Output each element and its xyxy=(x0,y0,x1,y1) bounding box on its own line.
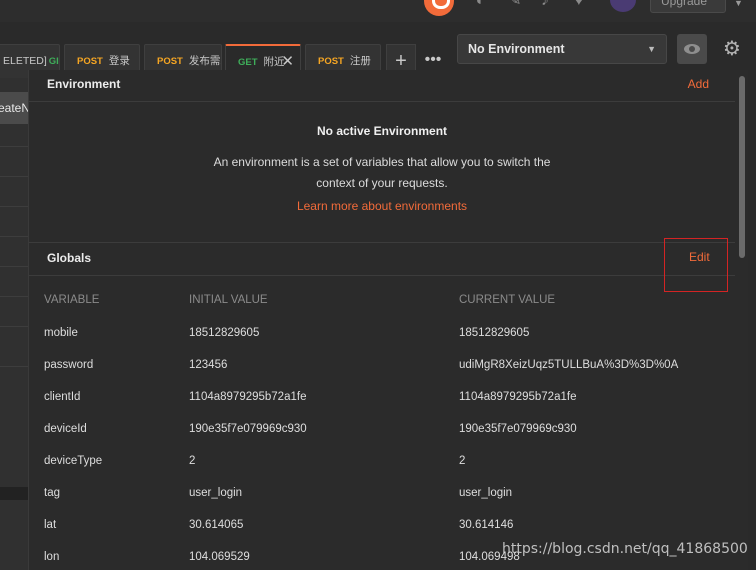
current-value-cell: 190e35f7e079969c930 xyxy=(459,423,577,435)
scrollbar[interactable] xyxy=(735,70,747,570)
app-window: ◖ ✎ ♪ ♥ Upgrade ▼ ELETED] GI POST 登录 POST 发… xyxy=(0,0,756,570)
environment-title: Environment xyxy=(47,77,121,91)
globals-title: Globals xyxy=(47,251,92,265)
variable-cell: lon xyxy=(44,551,60,563)
variable-cell: deviceId xyxy=(44,423,87,435)
satellite-icon[interactable]: ◖ xyxy=(474,0,492,9)
top-header: ◖ ✎ ♪ ♥ Upgrade ▼ xyxy=(0,0,756,22)
bell-icon[interactable]: ♪ xyxy=(541,0,559,9)
method-badge: GET xyxy=(238,57,258,68)
variable-cell: lat xyxy=(44,519,57,531)
watermark: https://blog.csdn.net/qq_41868500 xyxy=(502,541,748,557)
variable-cell: tag xyxy=(44,487,60,499)
initial-value-cell: user_login xyxy=(189,487,243,499)
empty-state-title: No active Environment xyxy=(316,124,448,138)
initial-value-cell: 18512829605 xyxy=(189,327,260,339)
column-header-initial-value: INITIAL VALUE xyxy=(189,294,268,306)
environment-section-header: Environment Add xyxy=(29,70,739,102)
variable-cell: mobile xyxy=(44,327,78,339)
variable-cell: clientId xyxy=(44,391,81,403)
environment-select-value: No Environment xyxy=(468,42,565,56)
environment-select[interactable]: No Environment ▼ xyxy=(457,34,667,64)
globals-section-header: Globals xyxy=(29,242,739,276)
edit-globals-link[interactable]: Edit xyxy=(689,250,710,264)
tab-label: 注册 xyxy=(349,55,371,67)
tab-label-suffix: GI xyxy=(48,56,59,67)
method-badge: POST xyxy=(157,56,183,67)
request-builder-pane: reateNa xyxy=(0,78,28,570)
initial-value-cell: 190e35f7e079969c930 xyxy=(189,423,307,435)
column-header-variable: VARIABLE xyxy=(44,294,100,306)
initial-value-cell: 123456 xyxy=(189,359,228,371)
gear-icon[interactable]: ⚙ xyxy=(718,34,746,64)
variable-cell: password xyxy=(44,359,94,371)
current-value-cell: 18512829605 xyxy=(459,327,530,339)
current-value-cell: user_login xyxy=(459,487,513,499)
variable-cell: deviceType xyxy=(44,455,103,467)
environment-quick-look-button[interactable] xyxy=(677,34,707,64)
scrollbar-thumb[interactable] xyxy=(739,76,745,258)
initial-value-cell: 2 xyxy=(189,455,196,467)
method-badge: POST xyxy=(318,56,344,67)
initial-value-cell: 104.069529 xyxy=(189,551,250,563)
tab-label: 登录 xyxy=(108,55,130,67)
upgrade-button[interactable]: Upgrade xyxy=(650,0,726,13)
heart-icon[interactable]: ♥ xyxy=(574,0,592,9)
current-value-cell: 2 xyxy=(459,455,466,467)
add-environment-link[interactable]: Add xyxy=(688,77,709,91)
tab-label: 发布需求 xyxy=(188,55,221,67)
chevron-down-icon: ▼ xyxy=(647,44,656,54)
learn-more-link[interactable]: Learn more about environments xyxy=(29,199,735,213)
sync-icon[interactable] xyxy=(424,0,454,16)
method-badge: POST xyxy=(77,56,103,67)
avatar[interactable] xyxy=(610,0,636,12)
initial-value-cell: 30.614065 xyxy=(189,519,244,531)
tab-label: ELETED] xyxy=(3,55,47,67)
current-value-cell: 1104a8979295b72a1fe xyxy=(459,391,577,403)
wrench-icon[interactable]: ✎ xyxy=(508,0,526,9)
current-value-cell: 30.614146 xyxy=(459,519,514,531)
current-value-cell: udiMgR8XeizUqz5TULLBuA%3D%3D%0A xyxy=(459,359,679,371)
chevron-down-icon[interactable]: ▼ xyxy=(734,0,743,8)
empty-state-description: An environment is a set of variables tha… xyxy=(213,155,551,190)
column-header-current-value: CURRENT VALUE xyxy=(459,294,556,306)
highlight-box xyxy=(664,238,728,292)
request-name-stub: reateNa xyxy=(0,92,28,124)
initial-value-cell: 1104a8979295b72a1fe xyxy=(189,391,307,403)
environment-quick-look-panel: Environment Add No active Environment An… xyxy=(28,70,748,570)
